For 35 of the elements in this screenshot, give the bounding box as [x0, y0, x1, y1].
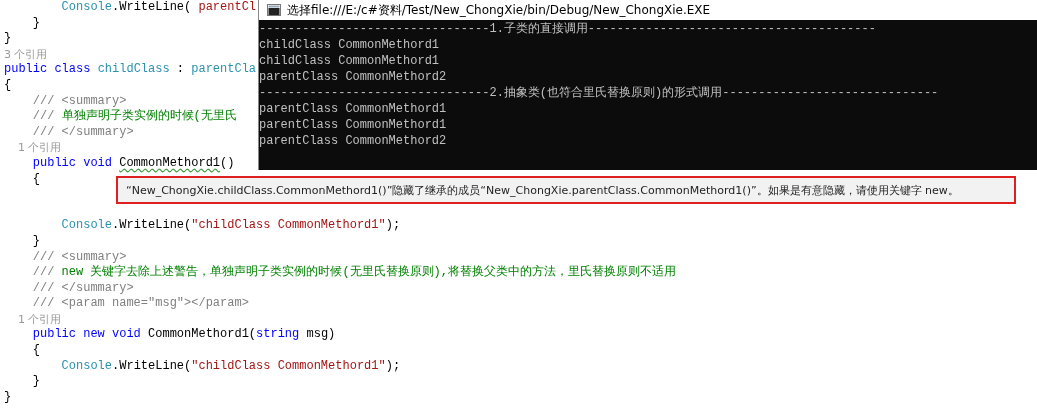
code-line: Console.WriteLine( parentCl [60, 0, 257, 16]
code-line: { [31, 171, 40, 188]
console-line: --------------------------------1.子类的直接调用---------------------------------------- [259, 21, 876, 37]
code-line: } [4, 389, 12, 406]
code-line: { [4, 77, 12, 94]
code-line: } [31, 233, 40, 250]
code-line: /// </summary> [31, 124, 134, 141]
console-line: --------------------------------2.抽象类(也符合里氏替换原则)的形式调用------------------------------ [259, 85, 939, 101]
code-line: Console.WriteLine("childClass CommonMethord1"); [60, 218, 401, 234]
code-line: /// new 关键字去除上述警告，单独声明子类实例的时候(无里氏替换原则),将替换父类中的方法，里氏替换原则不适用 [31, 265, 677, 281]
code-line: /// </summary> [31, 280, 134, 297]
window-title: 选择file:///E:/c#资料/Test/New_ChongXie/bin/Debug/New_ChongXie.EXE [287, 1, 711, 19]
code-line: } [31, 374, 40, 390]
reference-count[interactable]: 3 个引用 [4, 46, 48, 63]
console-line: childClass CommonMethord1 [259, 37, 440, 53]
code-line: /// <param name="msg"></param> [31, 296, 249, 312]
warning-tooltip: “New_ChongXie.childClass.CommonMethord1()”隐藏了继承的成员“New_ChongXie.parentClass.CommonMethord1()”。如果是有意隐藏，请使用关键字 new。 [116, 176, 1016, 204]
code-line: /// <summary> [31, 249, 127, 265]
console-line: parentClass CommonMethord2 [259, 133, 447, 149]
reference-count[interactable]: 1 个引用 [4, 311, 62, 328]
code-line: } [4, 31, 12, 47]
code-line: public class childClass : parentCla [4, 62, 257, 78]
console-window-icon [267, 4, 281, 16]
reference-count[interactable]: 1 个引用 [4, 140, 62, 156]
code-line: Console.WriteLine("childClass CommonMethord1"); [60, 358, 401, 375]
code-line: public void CommonMethord1() [31, 155, 235, 172]
code-line: public new void CommonMethord1(string msg) [31, 327, 336, 344]
code-line: } [31, 15, 40, 32]
console-line: parentClass CommonMethord1 [259, 117, 447, 133]
console-line: parentClass CommonMethord1 [259, 101, 447, 117]
console-line: parentClass CommonMethord2 [259, 69, 447, 85]
code-line: /// 单独声明子类实例的时候(无里氏 [31, 109, 237, 125]
code-line: /// <summary> [31, 93, 127, 109]
console-line: childClass CommonMethord1 [259, 53, 440, 69]
code-line: { [31, 343, 40, 359]
